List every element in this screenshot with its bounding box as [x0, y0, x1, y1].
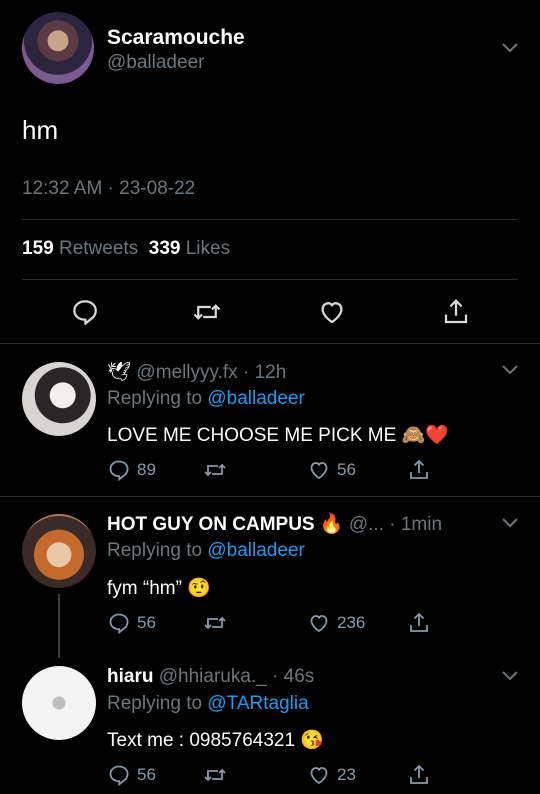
- reply-count: 56: [137, 765, 156, 784]
- reply-author-name[interactable]: HOT GUY ON CAMPUS: [107, 514, 315, 535]
- share-icon: [410, 459, 428, 479]
- kiss-emoji-icon: 😘: [300, 730, 324, 751]
- divider: [0, 496, 540, 497]
- reply-header: hiaru @hhiaruka._ · 46s: [107, 666, 314, 688]
- author-handle[interactable]: @balladeer: [107, 52, 204, 74]
- reply-count: 56: [137, 613, 156, 632]
- reply-text-wrap: LOVE ME CHOOSE ME PICK ME 🙈❤️: [107, 423, 449, 447]
- replying-to-link[interactable]: @balladeer: [207, 388, 304, 409]
- reply-text: LOVE ME CHOOSE ME PICK ME: [107, 425, 397, 446]
- share-icon: [410, 764, 428, 784]
- tweet-text: hm: [22, 115, 59, 145]
- reply-actions: 56 236: [107, 611, 437, 637]
- divider: [22, 219, 518, 220]
- raised-eyebrow-emoji-icon: 🤨: [187, 578, 211, 599]
- replying-to: Replying to @balladeer: [107, 388, 305, 410]
- like-count: 236: [337, 613, 366, 632]
- share-button[interactable]: [407, 611, 431, 635]
- replying-to-link[interactable]: @balladeer: [207, 540, 304, 561]
- replying-to: Replying to @balladeer: [107, 540, 305, 562]
- thread-connector-line: [58, 594, 60, 658]
- reply-handle-time[interactable]: @mellyyy.fx · 12h: [136, 362, 286, 383]
- reply-avatar[interactable]: [22, 666, 96, 740]
- reply-text-wrap: Text me : 0985764321 😘: [107, 728, 324, 752]
- likes-label[interactable]: Likes: [186, 238, 230, 259]
- reply-header: HOT GUY ON CAMPUS 🔥 @... · 1min: [107, 512, 442, 536]
- reply-text: Text me : 0985764321: [107, 730, 296, 751]
- reply-icon[interactable]: [70, 297, 100, 327]
- replying-label: Replying to: [107, 540, 203, 561]
- dove-icon: 🕊: [107, 362, 132, 383]
- share-button[interactable]: [407, 458, 431, 482]
- reply-icon: [109, 460, 129, 482]
- chevron-down-icon[interactable]: [502, 518, 518, 528]
- divider: [0, 343, 540, 344]
- heart-icon: [310, 615, 328, 633]
- retweet-icon: [204, 768, 226, 782]
- retweet-icon: [204, 463, 226, 477]
- retweet-button[interactable]: [203, 763, 227, 787]
- retweet-icon: [204, 616, 226, 630]
- chevron-down-icon[interactable]: [502, 671, 518, 681]
- reply-actions: 56 23: [107, 763, 437, 789]
- reply-icon: [109, 613, 129, 635]
- replying-to: Replying to @TARtaglia: [107, 693, 309, 715]
- monkey-emoji-icon: 🙈: [401, 425, 426, 446]
- reply-header: 🕊 @mellyyy.fx · 12h: [107, 360, 286, 384]
- replying-label: Replying to: [107, 693, 203, 714]
- share-button[interactable]: [407, 763, 431, 787]
- like-button[interactable]: 56: [307, 458, 356, 482]
- reply-icon: [109, 765, 129, 787]
- tweet-stats: 159 Retweets 339 Likes: [22, 238, 230, 260]
- like-count: 56: [337, 460, 356, 479]
- chevron-down-icon[interactable]: [502, 43, 518, 53]
- fire-emoji-icon: 🔥: [319, 514, 344, 535]
- replying-label: Replying to: [107, 388, 203, 409]
- retweet-button[interactable]: [203, 611, 227, 635]
- reply-button[interactable]: 56: [107, 611, 156, 635]
- reply-avatar[interactable]: [22, 514, 96, 588]
- retweet-count[interactable]: 159: [22, 238, 54, 259]
- share-icon: [410, 612, 428, 632]
- like-count[interactable]: 339: [149, 238, 181, 259]
- reply-button[interactable]: 56: [107, 763, 156, 787]
- share-icon[interactable]: [441, 297, 471, 327]
- heart-icon: [310, 462, 328, 480]
- reply-avatar[interactable]: [22, 362, 96, 436]
- chevron-down-icon[interactable]: [502, 365, 518, 375]
- reply-button[interactable]: 89: [107, 458, 156, 482]
- reply-handle-time[interactable]: @hhiaruka._ · 46s: [159, 666, 315, 687]
- heart-icon[interactable]: [317, 297, 347, 327]
- like-button[interactable]: 23: [307, 763, 356, 787]
- reply-text-wrap: fym “hm” 🤨: [107, 576, 211, 600]
- reply-count: 89: [137, 460, 156, 479]
- author-name[interactable]: Scaramouche: [107, 26, 245, 50]
- retweet-icon[interactable]: [192, 297, 222, 327]
- reply-handle-time[interactable]: @... · 1min: [349, 514, 442, 535]
- tweet-timestamp[interactable]: 12:32 AM · 23-08-22: [22, 178, 195, 200]
- author-avatar[interactable]: [22, 12, 94, 84]
- replying-to-link[interactable]: @TARtaglia: [207, 693, 308, 714]
- heart-icon: [310, 767, 328, 785]
- divider: [22, 279, 518, 280]
- like-count: 23: [337, 765, 356, 784]
- reply-text: fym “hm”: [107, 578, 182, 599]
- like-button[interactable]: 236: [307, 611, 365, 635]
- retweet-button[interactable]: [203, 458, 227, 482]
- reply-author-name[interactable]: hiaru: [107, 666, 153, 687]
- retweets-label[interactable]: Retweets: [59, 238, 138, 259]
- heart-emoji-icon: ❤️: [425, 425, 449, 446]
- reply-actions: 89 56: [107, 458, 437, 484]
